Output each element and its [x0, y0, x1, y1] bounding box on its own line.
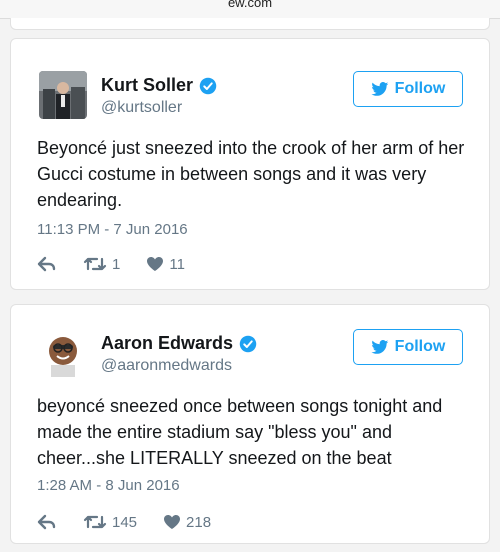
tweet-card[interactable]: Kurt Soller @kurtsoller Follow Beyoncé j…	[10, 38, 490, 290]
follow-label: Follow	[394, 338, 446, 355]
twitter-bird-icon	[371, 81, 388, 96]
verified-icon	[199, 77, 217, 94]
author-handle[interactable]: @aaronmedwards	[101, 357, 232, 375]
like-count: 11	[169, 255, 185, 273]
reply-button[interactable]	[37, 514, 57, 530]
heart-icon	[164, 515, 181, 529]
follow-label: Follow	[394, 80, 446, 97]
author-handle[interactable]: @kurtsoller	[101, 99, 182, 117]
retweet-count: 145	[112, 513, 138, 531]
heart-icon	[147, 257, 164, 271]
author-name-text: Aaron Edwards	[101, 333, 234, 353]
like-count: 218	[186, 513, 212, 531]
reply-icon	[37, 256, 56, 272]
tweet-actions: 145 218	[37, 511, 237, 533]
retweet-count: 1	[112, 255, 121, 273]
retweet-icon	[83, 515, 107, 529]
url-domain: ew.com	[227, 0, 273, 10]
author-name-text: Kurt Soller	[101, 75, 194, 95]
like-button[interactable]: 218	[163, 514, 211, 531]
tweet-timestamp[interactable]: 1:28 AM - 8 Jun 2016	[37, 477, 180, 494]
reply-icon	[37, 514, 56, 530]
retweet-icon	[83, 257, 107, 271]
author-name[interactable]: Kurt Soller	[101, 75, 217, 96]
tweet-text: Beyoncé just sneezed into the crook of h…	[37, 138, 465, 210]
retweet-button[interactable]: 145	[83, 514, 137, 531]
avatar[interactable]	[39, 329, 87, 377]
follow-button[interactable]: Follow	[353, 71, 463, 107]
browser-url-bar[interactable]: ew.com	[0, 0, 500, 19]
tweet-actions: 1 11	[37, 253, 211, 275]
retweet-button[interactable]: 1	[83, 256, 120, 273]
twitter-bird-icon	[371, 339, 388, 354]
verified-icon	[239, 335, 257, 352]
tweet-timestamp[interactable]: 11:13 PM - 7 Jun 2016	[37, 221, 188, 238]
avatar[interactable]	[39, 71, 87, 119]
tweet-card[interactable]: Aaron Edwards @aaronmedwards Follow beyo…	[10, 304, 490, 544]
reply-button[interactable]	[37, 256, 57, 272]
tweet-text: beyoncé sneezed once between songs tonig…	[37, 396, 443, 468]
author-name[interactable]: Aaron Edwards	[101, 333, 257, 354]
previous-tweet-card	[10, 18, 490, 30]
like-button[interactable]: 11	[146, 256, 185, 273]
follow-button[interactable]: Follow	[353, 329, 463, 365]
